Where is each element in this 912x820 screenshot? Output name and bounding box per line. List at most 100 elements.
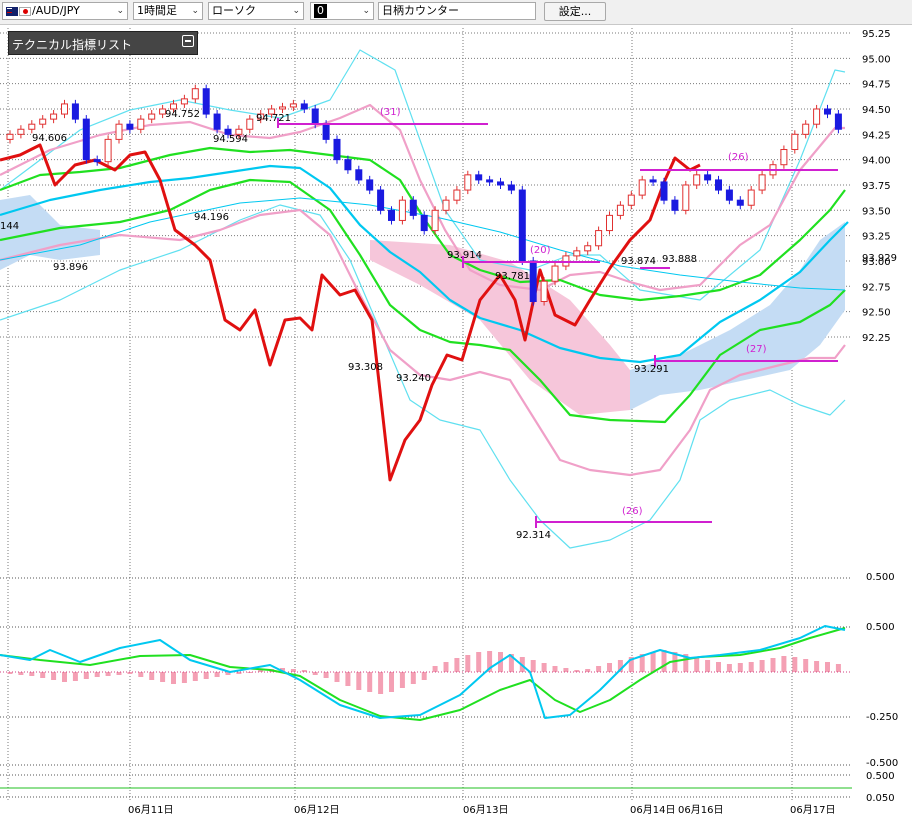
- candle-body: [704, 174, 712, 181]
- candle-body: [398, 199, 406, 221]
- price-axis-label: 92.50: [862, 308, 891, 319]
- candle-body: [551, 265, 559, 282]
- candle-body: [409, 199, 417, 216]
- macd-histogram-bar: [454, 658, 460, 672]
- candle-body: [682, 184, 690, 211]
- candle-body: [93, 159, 101, 163]
- price-axis-label: 94.25: [862, 130, 891, 141]
- candle-body: [191, 88, 199, 100]
- price-annotation: 94.606: [32, 133, 67, 144]
- candle-body: [616, 204, 624, 216]
- candle-body: [464, 174, 472, 191]
- candle-body: [606, 214, 613, 232]
- candle-body: [366, 179, 374, 191]
- price-axis-label: 94.00: [862, 156, 891, 167]
- macd-histogram-bar: [770, 658, 776, 672]
- price-axis: 95.25 95.00 94.75 94.50 94.25 94.00 93.75 93.50…: [128, 29, 898, 816]
- candle-body: [322, 123, 330, 140]
- macd-histogram-bar: [160, 672, 166, 682]
- x-axis-label: 06月12日: [294, 804, 339, 816]
- candle-body: [573, 250, 581, 257]
- sub-axis-label: 0.500: [866, 771, 895, 782]
- candle-body: [791, 133, 799, 151]
- candle-body: [736, 199, 744, 206]
- macd-histogram-bar: [541, 663, 547, 672]
- macd-histogram-bar: [29, 672, 35, 676]
- counter-label: (31): [380, 107, 401, 118]
- candle-body: [39, 118, 47, 125]
- macd-histogram-bar: [105, 672, 111, 676]
- macd-histogram-bar: [18, 672, 24, 675]
- price-annotation: 144: [0, 221, 19, 232]
- candle-body: [813, 108, 821, 125]
- counter-label: (20): [530, 245, 551, 256]
- price-axis-label: 93.25: [862, 232, 891, 243]
- candle-body: [344, 159, 352, 171]
- candle-body: [627, 194, 635, 206]
- chart-grid: [0, 28, 852, 800]
- cloud-area-negative: [0, 195, 100, 270]
- price-annotation: 93.888: [662, 254, 697, 265]
- macd-histogram-bar: [51, 672, 57, 680]
- candle-body: [71, 103, 79, 120]
- candle-body: [475, 174, 483, 181]
- candle-body: [420, 214, 428, 232]
- price-chart[interactable]: (31) (20) (26) (26) (27) 144 94.606 93.896 94.7…: [0, 0, 912, 820]
- current-price-label: 93.929: [862, 253, 897, 264]
- price-annotation: 93.896: [53, 262, 88, 273]
- candle-body: [61, 103, 68, 115]
- macd-histogram-bar: [814, 661, 820, 672]
- macd-histogram-bar: [192, 672, 198, 681]
- macd-histogram-bar: [737, 663, 743, 672]
- candle-body: [725, 189, 733, 201]
- macd-histogram-bar: [465, 655, 471, 672]
- macd-histogram-bar: [443, 662, 449, 672]
- macd-histogram-bar: [345, 672, 351, 686]
- macd-histogram-bar: [432, 666, 438, 672]
- candle-body: [17, 128, 25, 135]
- macd-histogram-bar: [563, 668, 569, 672]
- candle-body: [540, 280, 548, 302]
- candle-body: [649, 179, 657, 183]
- candle-body: [758, 174, 766, 191]
- candle-body: [300, 103, 308, 110]
- macd-histogram-bar: [607, 663, 612, 672]
- macd-axis-label: -0.500: [866, 758, 898, 769]
- price-annotation: 94.721: [256, 113, 291, 124]
- macd-histogram-bar: [367, 672, 373, 692]
- candle-body: [638, 179, 646, 196]
- minimize-icon[interactable]: [182, 35, 194, 47]
- macd-histogram-bar: [149, 672, 155, 680]
- candle-body: [279, 106, 286, 110]
- macd-histogram-bar: [835, 664, 841, 672]
- chart-labels: 144 94.606 93.896 94.752 94.721 94.594 94.196 9…: [0, 109, 697, 541]
- price-annotation: 94.594: [213, 134, 248, 145]
- candle-body: [529, 260, 537, 302]
- candle-body: [388, 209, 395, 221]
- price-axis-label: 93.75: [862, 181, 891, 192]
- cloud-area-positive: [370, 240, 630, 415]
- macd-histogram-bar: [138, 672, 144, 677]
- macd-histogram-bar: [552, 666, 558, 672]
- candle-body: [834, 113, 842, 130]
- price-annotation: 94.196: [194, 212, 229, 223]
- macd-histogram-bar: [781, 656, 787, 672]
- macd-histogram-bar: [356, 672, 362, 690]
- macd-histogram-bar: [214, 672, 220, 677]
- macd-histogram-bar: [399, 672, 405, 688]
- macd-histogram-bar: [94, 672, 100, 677]
- macd-histogram-bar: [203, 672, 209, 679]
- candle-body: [486, 179, 494, 183]
- price-axis-label: 95.00: [862, 54, 891, 65]
- candle-body: [824, 108, 831, 115]
- macd-histogram-bar: [378, 672, 384, 694]
- candle-body: [333, 138, 341, 161]
- candle-body: [311, 108, 319, 125]
- macd-histogram-bar: [825, 662, 830, 672]
- candle-body: [453, 189, 461, 201]
- candle-body: [693, 174, 701, 186]
- candle-body: [747, 189, 755, 206]
- indicator-list-panel[interactable]: テクニカル指標リスト: [8, 31, 198, 55]
- price-annotation: 93.874: [621, 256, 656, 267]
- macd-histogram-bar: [792, 657, 798, 672]
